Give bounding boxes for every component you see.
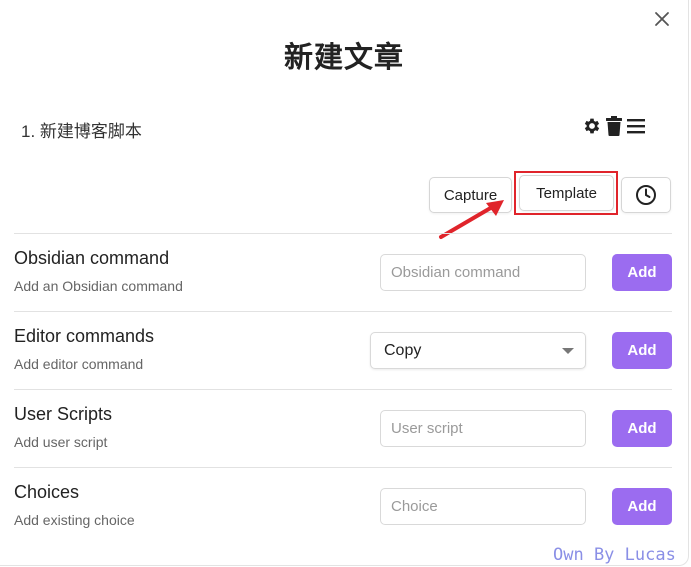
watermark: Own By Lucas <box>553 545 676 565</box>
menu-button[interactable] <box>626 116 646 136</box>
choice-input[interactable] <box>380 488 586 525</box>
select-value: Copy <box>384 341 422 359</box>
clock-icon <box>636 185 656 205</box>
add-user-script-button[interactable]: Add <box>612 410 672 447</box>
setting-description: Add editor command <box>14 356 144 372</box>
setting-editor-commands: Editor commands Add editor command Copy … <box>14 312 674 389</box>
macro-name: 1. 新建博客脚本 <box>21 122 142 141</box>
template-button[interactable]: Template <box>519 175 614 211</box>
obsidian-command-input[interactable] <box>380 254 586 291</box>
editor-command-select[interactable]: Copy <box>370 332 586 369</box>
add-editor-command-button[interactable]: Add <box>612 332 672 369</box>
add-obsidian-command-button[interactable]: Add <box>612 254 672 291</box>
modal-title: 新建文章 <box>283 42 404 74</box>
setting-name: Editor commands <box>14 326 155 346</box>
close-button[interactable] <box>651 8 673 30</box>
user-script-input[interactable] <box>380 410 586 447</box>
wait-button[interactable] <box>621 177 671 213</box>
add-choice-button[interactable]: Add <box>612 488 672 525</box>
delete-button[interactable] <box>605 116 623 136</box>
setting-choices: Choices Add existing choice Add <box>14 468 674 545</box>
macro-actions <box>582 116 646 136</box>
settings-button[interactable] <box>582 116 602 136</box>
setting-name: Choices <box>14 482 80 502</box>
setting-description: Add an Obsidian command <box>14 278 183 294</box>
menu-icon <box>627 119 645 134</box>
chevron-down-icon <box>562 348 574 354</box>
setting-obsidian-command: Obsidian command Add an Obsidian command… <box>14 234 674 311</box>
macro-builder-modal: 新建文章 1. 新建博客脚本 Capture Template Obsidian… <box>0 0 689 566</box>
gear-icon <box>584 118 600 134</box>
highlight-box: Template <box>514 171 618 215</box>
setting-user-scripts: User Scripts Add user script Add <box>14 390 674 467</box>
setting-description: Add existing choice <box>14 512 135 528</box>
close-icon <box>655 12 669 26</box>
setting-name: User Scripts <box>14 404 113 424</box>
setting-name: Obsidian command <box>14 248 170 268</box>
setting-description: Add user script <box>14 434 108 450</box>
trash-icon <box>606 116 622 136</box>
